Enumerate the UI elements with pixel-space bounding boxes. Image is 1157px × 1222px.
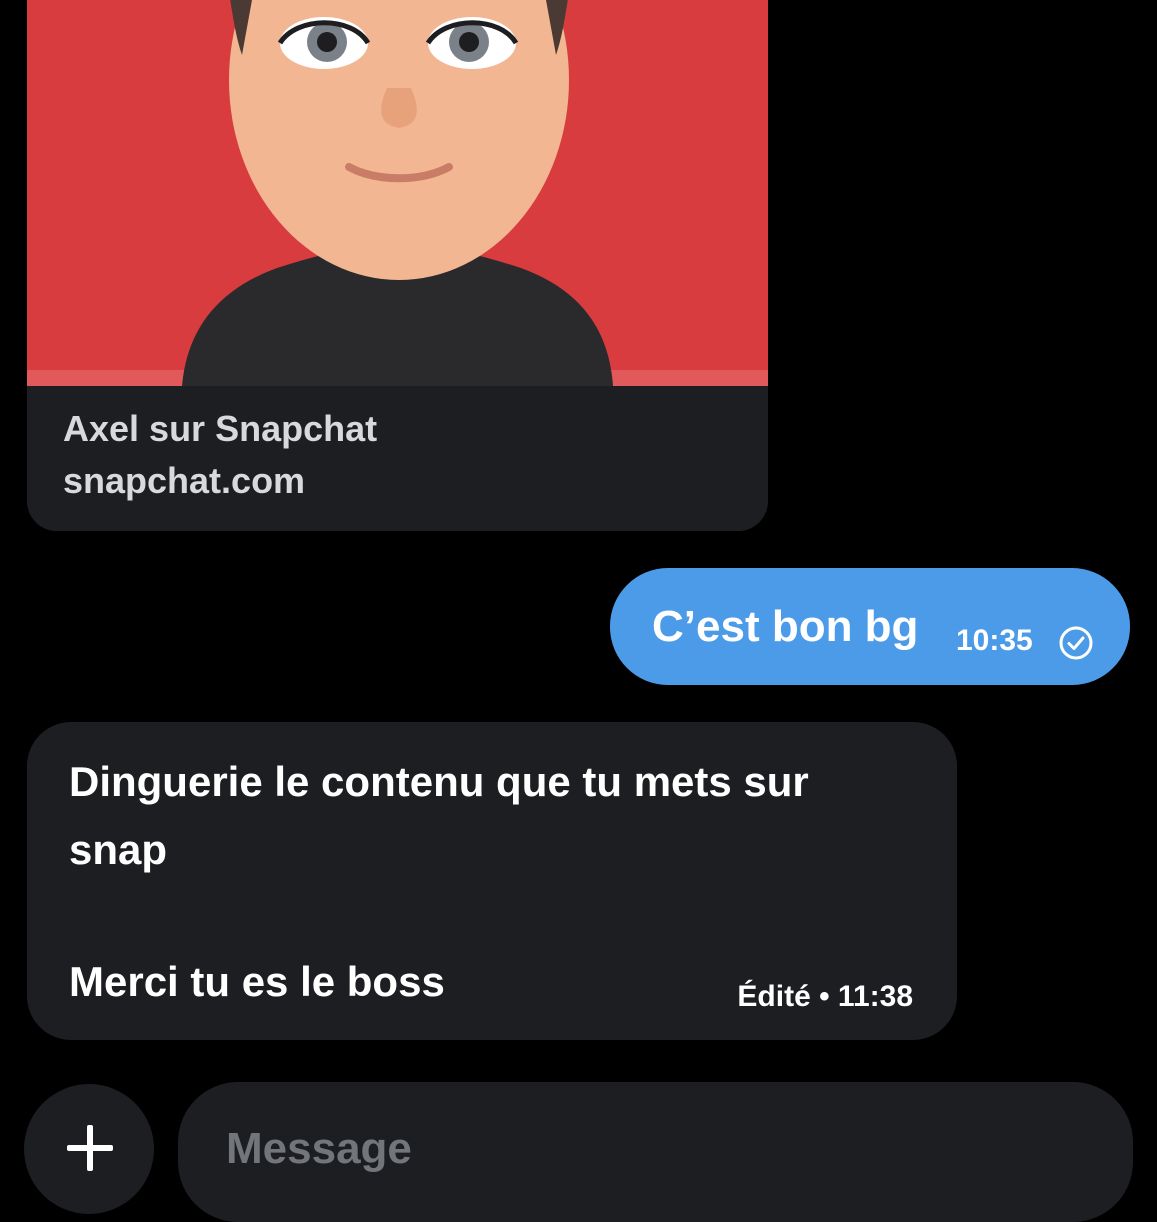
received-message-line: Dinguerie le contenu que tu mets sur — [69, 758, 809, 805]
link-preview-domain: snapchat.com — [63, 460, 306, 501]
message-input-placeholder: Message — [226, 1124, 412, 1173]
bitmoji-avatar-icon — [27, 0, 768, 386]
received-message-bubble[interactable]: Dinguerie le contenu que tu mets sur sna… — [27, 722, 957, 1040]
received-message-meta: Édité • 11:38 — [737, 980, 913, 1013]
add-attachment-button[interactable] — [24, 1084, 154, 1214]
link-preview-image[interactable] — [27, 0, 768, 386]
sent-message-text: C’est bon bg — [652, 602, 919, 651]
link-preview-footer[interactable]: Axel sur Snapchat snapchat.com — [27, 386, 768, 531]
message-input[interactable]: Message — [178, 1082, 1133, 1222]
received-message-line: snap — [69, 826, 168, 873]
sent-message-time: 10:35 — [956, 624, 1033, 657]
sent-message-bubble[interactable]: C’est bon bg 10:35 — [610, 568, 1130, 685]
received-message-line: Merci tu es le boss — [69, 958, 445, 1005]
link-preview-title: Axel sur Snapchat — [63, 408, 378, 449]
link-preview-card[interactable]: Axel sur Snapchat snapchat.com — [27, 0, 768, 531]
check-circle-icon — [1059, 626, 1093, 660]
